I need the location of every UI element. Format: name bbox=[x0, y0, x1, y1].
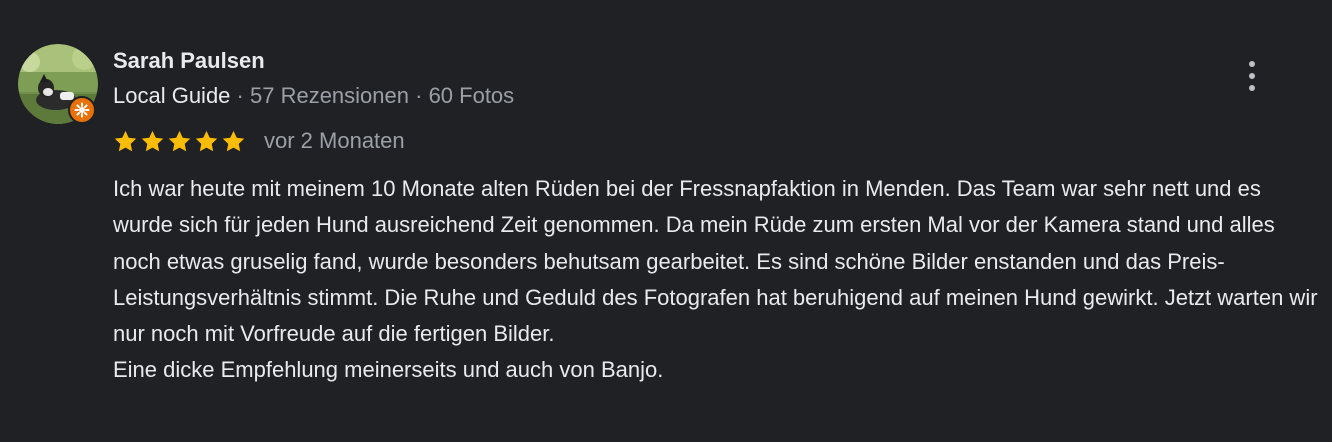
meta-separator: · bbox=[230, 83, 250, 108]
review-text: Ich war heute mit meinem 10 Monate alten… bbox=[113, 171, 1318, 389]
review-card: Sarah Paulsen Local Guide · 57 Rezension… bbox=[0, 0, 1332, 442]
review-text-paragraph: Ich war heute mit meinem 10 Monate alten… bbox=[113, 176, 1318, 347]
more-vert-icon bbox=[1249, 61, 1255, 67]
review-date: vor 2 Monaten bbox=[264, 128, 405, 153]
reviews-count: 57 Rezensionen bbox=[249, 83, 409, 108]
local-guide-badge bbox=[68, 96, 96, 124]
author-meta[interactable]: Local Guide · 57 Rezensionen · 60 Fotos bbox=[113, 82, 514, 110]
rating-row: vor 2 Monaten bbox=[113, 126, 405, 156]
more-vert-icon bbox=[1249, 85, 1255, 91]
star-rating bbox=[113, 129, 246, 154]
photos-count: 60 Fotos bbox=[428, 83, 515, 108]
author-name[interactable]: Sarah Paulsen bbox=[113, 47, 265, 75]
local-guide-star-icon bbox=[74, 102, 90, 118]
more-vert-icon bbox=[1249, 73, 1255, 79]
star-icon bbox=[195, 130, 218, 151]
local-guide-label: Local Guide bbox=[113, 83, 231, 108]
review-text-paragraph: Eine dicke Empfehlung meinerseits und au… bbox=[113, 357, 664, 383]
star-icon bbox=[168, 130, 191, 151]
meta-separator: · bbox=[409, 83, 429, 108]
star-icon bbox=[114, 130, 137, 151]
more-options-button[interactable] bbox=[1232, 52, 1272, 100]
star-icon bbox=[141, 130, 164, 151]
author-avatar[interactable] bbox=[18, 44, 98, 124]
star-icon bbox=[222, 130, 245, 151]
